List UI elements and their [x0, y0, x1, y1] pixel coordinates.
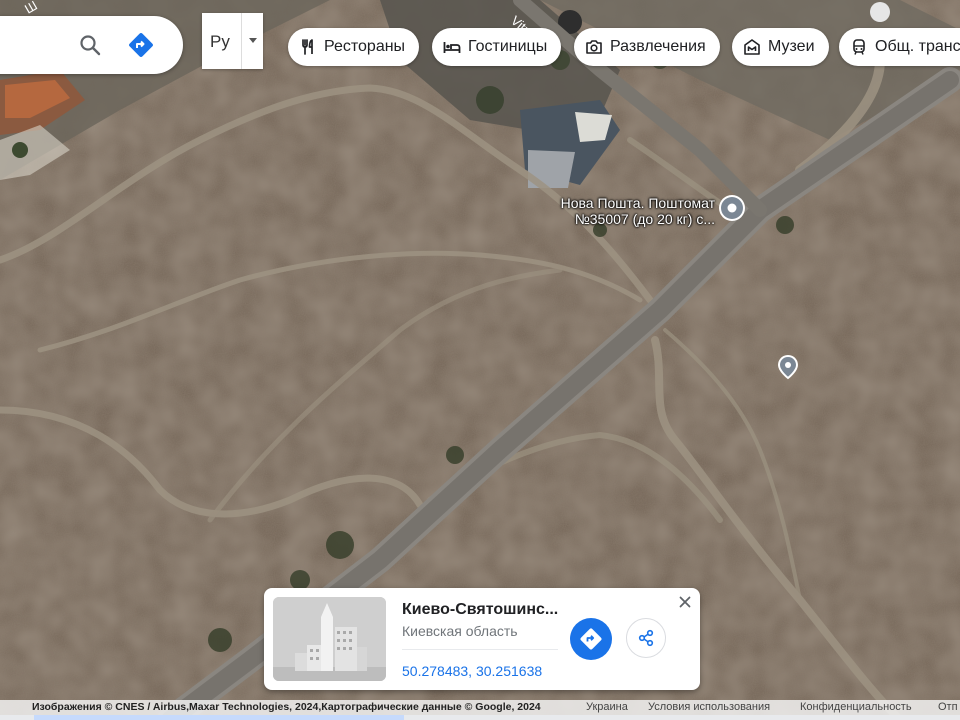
caret-down-icon[interactable] [249, 38, 257, 43]
privacy-link[interactable]: Конфиденциальность [800, 700, 912, 715]
divider [241, 13, 242, 69]
feedback-link[interactable]: Отп [938, 700, 958, 715]
directions-button[interactable] [570, 618, 612, 660]
camera-icon [586, 40, 602, 54]
search-icon[interactable] [78, 33, 102, 57]
language-label: Ру [210, 32, 230, 51]
chip-entertainment[interactable]: Развлечения [574, 28, 720, 66]
chip-label: Рестораны [324, 38, 406, 55]
restaurant-icon [302, 39, 313, 55]
place-coordinates[interactable]: 50.278483, 30.251638 [402, 663, 542, 679]
close-icon[interactable] [676, 593, 694, 611]
directions-icon [580, 628, 602, 650]
museum-icon [744, 39, 760, 55]
share-icon [638, 629, 654, 647]
chip-label: Развлечения [610, 38, 706, 55]
language-select[interactable]: Ру [202, 13, 263, 69]
poi-label-line1: Нова Пошта. Поштомат [560, 195, 715, 211]
poi-label-line2: №35007 (до 20 кг) с... [574, 211, 715, 227]
hotel-icon [443, 42, 461, 53]
bottom-strip-highlight [34, 715, 404, 720]
chip-museums[interactable]: Музеи [732, 28, 829, 66]
directions-icon[interactable] [128, 32, 154, 58]
poi-label[interactable]: Нова Пошта. Поштомат №35007 (до 20 кг) с… [470, 195, 715, 227]
bottom-strip [0, 715, 960, 720]
chip-label: Музеи [768, 38, 815, 55]
place-title[interactable]: Киево-Святошинс... [402, 601, 558, 619]
imagery-credit: Изображения © CNES / Airbus,Maxar Techno… [32, 701, 541, 713]
location-pin-icon[interactable] [719, 195, 745, 221]
terms-link[interactable]: Условия использования [648, 700, 770, 715]
place-thumbnail[interactable] [273, 597, 386, 681]
chip-transit[interactable]: Общ. трансп [839, 28, 960, 66]
chip-label: Общ. трансп [875, 38, 960, 55]
transit-icon [853, 39, 865, 55]
place-subtitle: Киевская область [402, 623, 518, 639]
search-box[interactable] [0, 16, 183, 74]
chip-label: Гостиницы [468, 38, 548, 55]
country-label[interactable]: Украина [586, 700, 628, 715]
divider [402, 649, 558, 650]
attribution-bar: Изображения © CNES / Airbus,Maxar Techno… [0, 700, 960, 715]
place-card[interactable]: Киево-Святошинс... Киевская область 50.2… [264, 588, 700, 690]
chip-hotels[interactable]: Гостиницы [432, 28, 562, 66]
share-button[interactable] [626, 618, 666, 658]
chip-restaurants[interactable]: Рестораны [288, 28, 420, 66]
